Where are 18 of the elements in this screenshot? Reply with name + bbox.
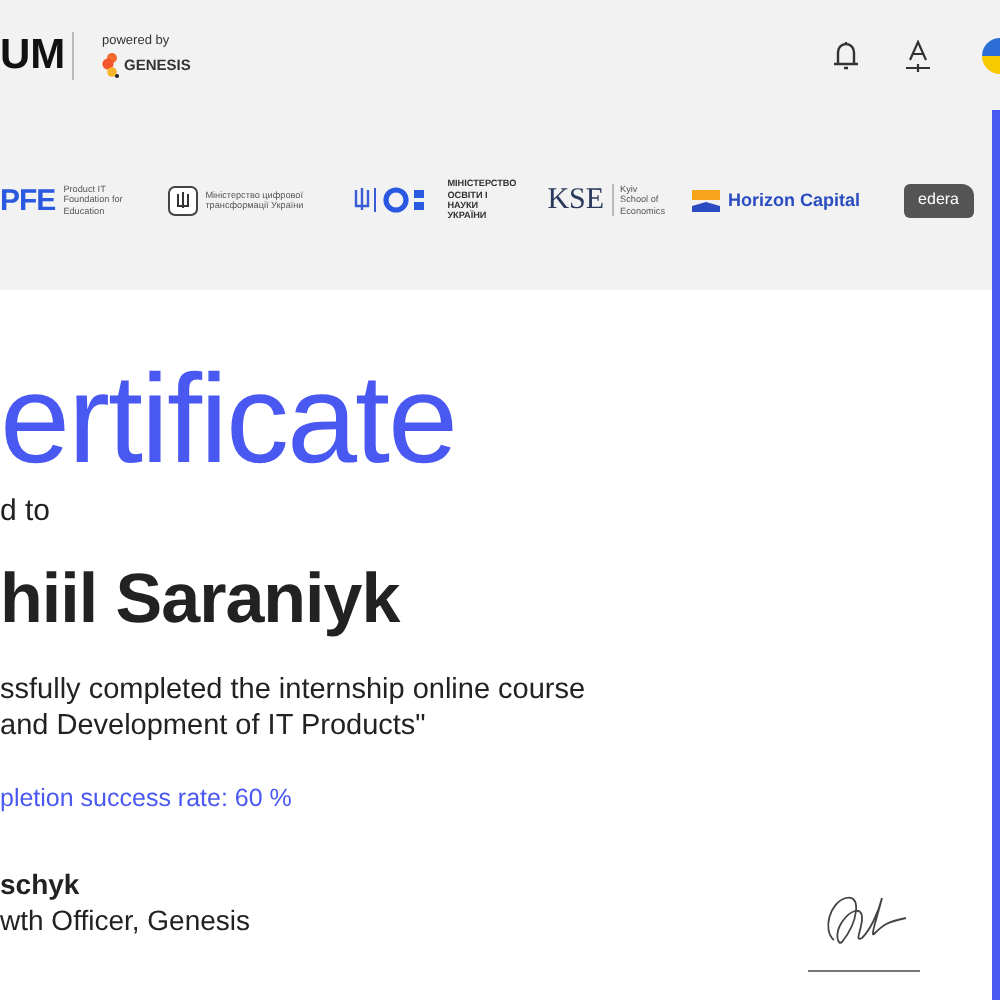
body-text: and Development of IT Products"	[0, 708, 426, 744]
flag-icon[interactable]	[976, 37, 1000, 73]
partner-logo: edera	[904, 183, 974, 217]
emblem-icon	[167, 185, 198, 215]
partner-logo: KSE	[547, 183, 605, 217]
body-text: ssfully completed the internship online course	[0, 672, 586, 708]
signer-name: schyk	[0, 868, 80, 900]
font-size-icon[interactable]	[904, 39, 932, 71]
bell-icon[interactable]	[832, 39, 860, 71]
partner-logo: Horizon Capital	[728, 190, 861, 210]
partner-logo-icon	[102, 51, 120, 77]
certificate-title: ertificate	[0, 350, 457, 490]
recipient-name: hiil Saraniyk	[0, 560, 400, 640]
partner-logo: PFE	[0, 183, 56, 217]
success-rate: pletion success rate: 60 %	[0, 784, 292, 812]
horizon-logo-icon	[692, 189, 721, 211]
awarded-to-label: d to	[0, 494, 51, 528]
signer-role: wth Officer, Genesis	[0, 904, 251, 936]
